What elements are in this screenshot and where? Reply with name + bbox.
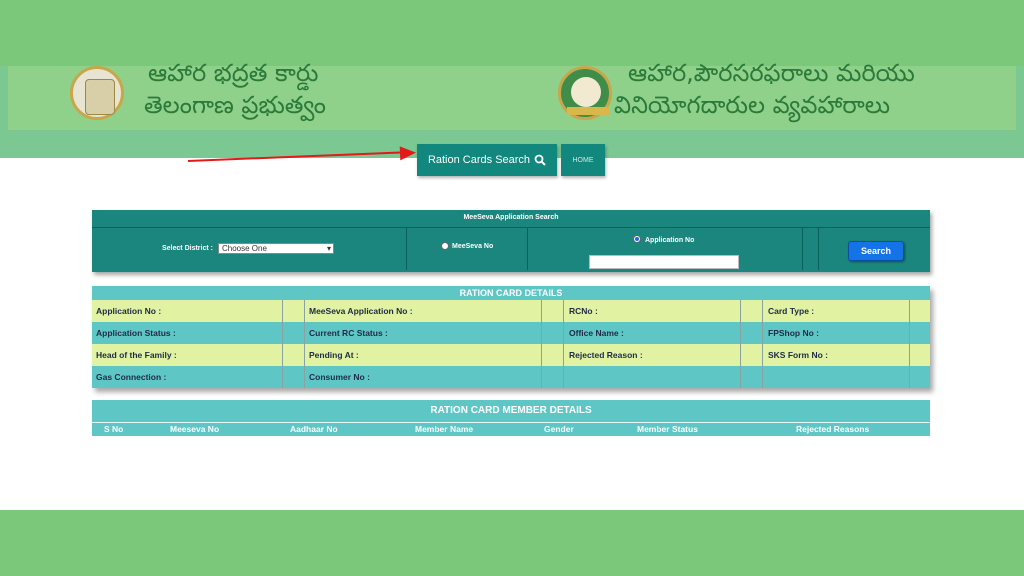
- divider: [406, 228, 407, 270]
- chevron-down-icon: ▾: [326, 244, 331, 253]
- divider: [527, 228, 528, 270]
- sks-form-no-label: SKS Form No :: [768, 350, 828, 360]
- application-no-label: Application No :: [96, 306, 162, 316]
- column-divider: [541, 300, 542, 388]
- gas-connection-label: Gas Connection :: [96, 372, 167, 382]
- application-status-label: Application Status :: [96, 328, 176, 338]
- top-band: [0, 0, 1024, 66]
- search-button-label: Search: [860, 246, 892, 256]
- divider: [802, 228, 803, 270]
- search-title-divider: [92, 227, 930, 228]
- telangana-emblem-icon: [70, 66, 124, 120]
- consumer-no-label: Consumer No :: [309, 372, 370, 382]
- column-divider: [282, 300, 283, 388]
- pending-at-label: Pending At :: [309, 350, 359, 360]
- column-header-aadhaar-no: Aadhaar No: [290, 424, 338, 434]
- red-arrow-head: [399, 145, 417, 161]
- search-icon: [534, 154, 546, 166]
- current-rc-status-label: Current RC Status :: [309, 328, 388, 338]
- details-title: RATION CARD DETAILS: [92, 286, 930, 300]
- district-selected-value: Choose One: [222, 244, 267, 253]
- column-header-member-name: Member Name: [415, 424, 474, 434]
- district-label: Select District :: [162, 245, 213, 252]
- ration-cards-search-label: Ration Cards Search: [427, 154, 531, 166]
- application-no-input[interactable]: [589, 255, 739, 269]
- details-row: Application No : MeeSeva Application No …: [92, 300, 930, 322]
- details-row: Head of the Family : Pending At : Reject…: [92, 344, 930, 366]
- column-divider: [304, 300, 305, 388]
- column-header-gender: Gender: [544, 424, 574, 434]
- head-of-family-label: Head of the Family :: [96, 350, 177, 360]
- bottom-band: [0, 510, 1024, 576]
- civil-supplies-emblem-icon: [558, 66, 612, 120]
- column-header-meeseva-no: Meeseva No: [170, 424, 220, 434]
- details-row: Gas Connection : Consumer No :: [92, 366, 930, 388]
- left-title-line1: ఆహార భద్రత కార్డు: [148, 59, 319, 87]
- card-type-label: Card Type :: [768, 306, 815, 316]
- search-panel-title: MeeSeva Application Search: [463, 214, 559, 221]
- home-button[interactable]: HOME: [561, 144, 605, 176]
- meeseva-no-label: MeeSeva No: [452, 243, 494, 250]
- office-name-label: Office Name :: [569, 328, 624, 338]
- column-header-rejected-reasons: Rejected Reasons: [796, 424, 870, 434]
- left-title-line2: తెలంగాణ ప్రభుత్వం: [144, 91, 326, 119]
- fpshop-no-label: FPShop No :: [768, 328, 819, 338]
- rejected-reason-label: Rejected Reason :: [569, 350, 643, 360]
- right-title-line2: వినియోగదారుల వ్యవహారాలు: [614, 91, 891, 119]
- details-row: Application Status : Current RC Status :…: [92, 322, 930, 344]
- header-banner: ఆహార భద్రత కార్డు తెలంగాణ ప్రభుత్వం ఆహార…: [8, 59, 1016, 130]
- search-button[interactable]: Search: [848, 241, 904, 261]
- rcno-label: RCNo :: [569, 306, 598, 316]
- column-divider: [909, 300, 910, 388]
- meeseva-search-panel: MeeSeva Application Search Select Distri…: [92, 210, 930, 272]
- column-divider: [762, 300, 763, 388]
- home-label: HOME: [572, 156, 594, 164]
- meeseva-application-no-label: MeeSeva Application No :: [309, 306, 413, 316]
- ration-cards-search-button[interactable]: Ration Cards Search: [417, 144, 557, 176]
- meeseva-no-radio[interactable]: [441, 242, 449, 250]
- divider: [818, 228, 819, 270]
- ration-card-details-table: RATION CARD DETAILS Application No : Mee…: [92, 286, 930, 388]
- member-details-title: RATION CARD MEMBER DETAILS: [430, 405, 592, 416]
- column-divider: [740, 300, 741, 388]
- column-divider: [563, 300, 564, 388]
- member-details-table: RATION CARD MEMBER DETAILS S No Meeseva …: [92, 400, 930, 436]
- district-select[interactable]: Choose One ▾: [218, 243, 334, 254]
- application-no-label: Application No: [645, 237, 695, 244]
- right-title-line1: ఆహార,పౌరసరఫరాలు మరియు: [628, 59, 915, 87]
- column-header-sno: S No: [104, 424, 124, 434]
- column-header-member-status: Member Status: [637, 424, 698, 434]
- application-no-radio[interactable]: [633, 235, 641, 243]
- member-title-divider: [92, 422, 930, 423]
